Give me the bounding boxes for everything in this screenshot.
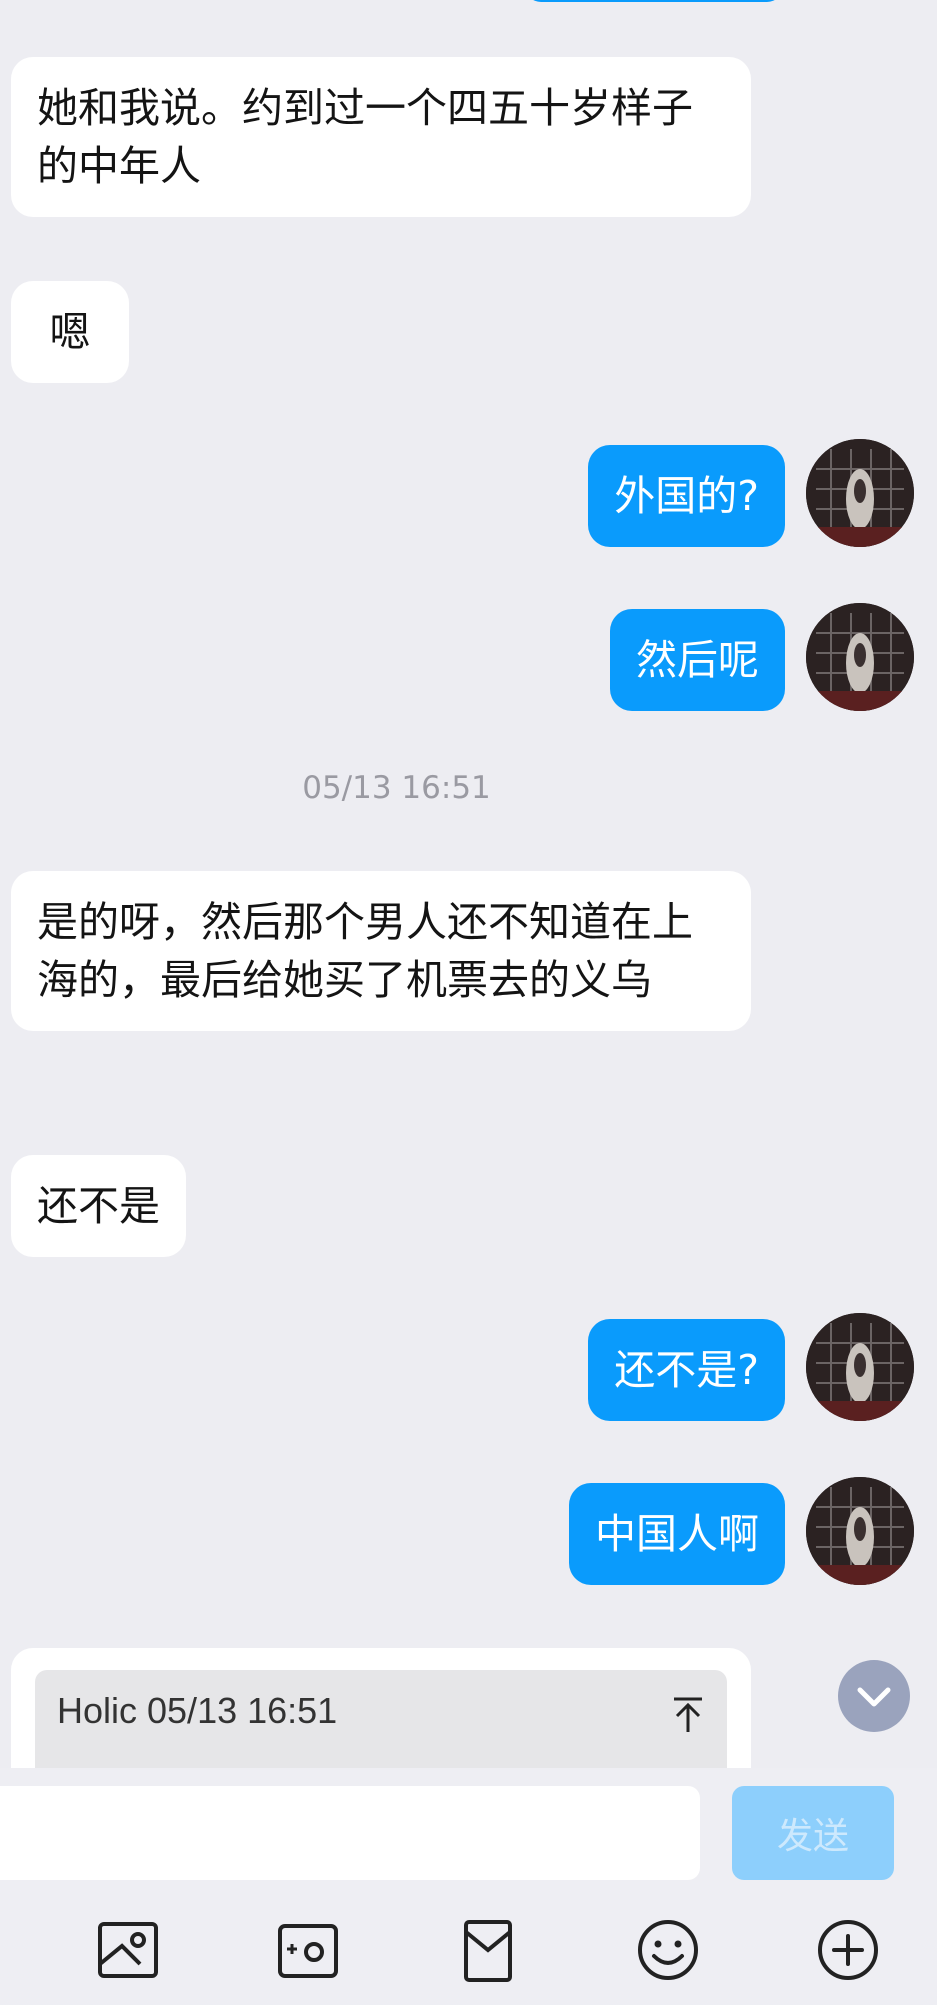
plus-icon[interactable] bbox=[812, 1914, 884, 1986]
message-bubble-quote[interactable]: Holic 05/13 16:51 bbox=[11, 1648, 751, 1768]
avatar[interactable] bbox=[806, 1313, 914, 1421]
message-bubble-outgoing[interactable]: 外国的? bbox=[588, 445, 785, 547]
message-bubble-incoming[interactable]: 嗯 bbox=[11, 281, 129, 383]
avatar[interactable] bbox=[806, 439, 914, 547]
message-bubble-incoming[interactable]: 是的呀，然后那个男人还不知道在上海的，最后给她买了机票去的义乌 bbox=[11, 871, 751, 1031]
message-timestamp: 05/13 16:51 bbox=[302, 770, 491, 806]
quote-reference[interactable]: Holic 05/13 16:51 bbox=[35, 1670, 727, 1768]
image-icon[interactable] bbox=[92, 1914, 164, 1986]
message-bubble-incoming[interactable]: 她和我说。约到过一个四五十岁样子的中年人 bbox=[11, 57, 751, 217]
message-bubble-outgoing[interactable]: 中国人啊 bbox=[569, 1483, 785, 1585]
message-input[interactable] bbox=[0, 1786, 700, 1880]
camera-icon[interactable] bbox=[272, 1914, 344, 1986]
scroll-to-bottom-button[interactable] bbox=[838, 1660, 910, 1732]
quote-text: Holic 05/13 16:51 bbox=[57, 1690, 338, 1731]
message-bubble-partial[interactable] bbox=[525, 0, 783, 2]
chevron-down-icon bbox=[857, 1687, 891, 1707]
input-panel: 发送 bbox=[0, 1768, 937, 2005]
avatar[interactable] bbox=[806, 603, 914, 711]
send-button[interactable]: 发送 bbox=[732, 1786, 894, 1880]
message-bubble-outgoing[interactable]: 还不是? bbox=[588, 1319, 785, 1421]
message-bubble-outgoing[interactable]: 然后呢 bbox=[610, 609, 785, 711]
jump-to-top-icon[interactable] bbox=[671, 1696, 705, 1734]
red-packet-icon[interactable] bbox=[452, 1914, 524, 1986]
chat-area[interactable]: 她和我说。约到过一个四五十岁样子的中年人 嗯 外国的? 然后呢 05/13 16… bbox=[0, 0, 937, 1768]
message-bubble-incoming[interactable]: 还不是 bbox=[11, 1155, 186, 1257]
emoji-icon[interactable] bbox=[632, 1914, 704, 1986]
avatar[interactable] bbox=[806, 1477, 914, 1585]
